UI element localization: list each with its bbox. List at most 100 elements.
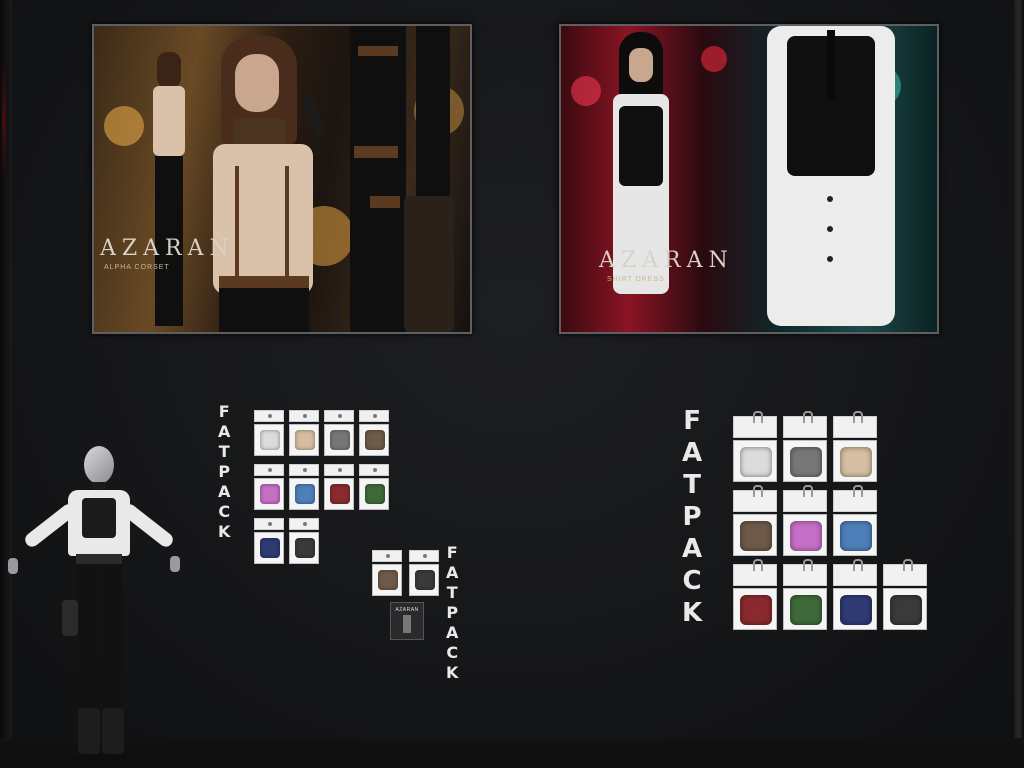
hanger-tag <box>783 485 827 512</box>
model-legs <box>344 26 464 332</box>
hanger-tag <box>833 559 877 586</box>
mannequin-corset <box>82 498 116 538</box>
hanger-tag <box>289 464 319 476</box>
hanger-tag <box>783 411 827 438</box>
color-swatch-navy[interactable] <box>833 559 877 630</box>
poster-brand-text: AZARAN <box>599 248 734 273</box>
hanger-tag <box>783 559 827 586</box>
bokeh-light <box>701 46 727 72</box>
swatch-box <box>324 424 354 456</box>
color-swatch-blue[interactable] <box>833 485 877 556</box>
mini-vendor-label: AZARAN <box>395 607 419 613</box>
swatch-box <box>254 424 284 456</box>
color-swatch-white[interactable] <box>733 411 777 482</box>
color-swatch-brown[interactable] <box>372 550 402 596</box>
hanger-tag <box>289 518 319 530</box>
color-swatch-grey[interactable] <box>783 411 827 482</box>
swatch-box <box>783 588 827 630</box>
hanger-tag <box>733 485 777 512</box>
hanger-tag <box>733 559 777 586</box>
hanger-tag <box>324 410 354 422</box>
color-chip <box>260 538 280 558</box>
model-figure-main <box>761 26 901 332</box>
color-chip <box>840 595 872 625</box>
ad-poster-shirt-dress[interactable]: AZARAN SHIRT DRESS <box>559 24 939 334</box>
color-swatch-navy[interactable] <box>254 518 284 564</box>
color-chip <box>890 595 922 625</box>
mini-vendor-poster[interactable]: AZARAN <box>390 602 424 640</box>
color-chip <box>790 447 822 477</box>
model-figure-main <box>199 26 339 332</box>
color-chip <box>740 595 772 625</box>
color-swatch-brown[interactable] <box>359 410 389 456</box>
mannequin-hand <box>170 556 180 572</box>
model-figure-small <box>601 32 681 332</box>
mannequin-hand <box>8 558 18 574</box>
color-swatch-red[interactable] <box>733 559 777 630</box>
color-swatch-green[interactable] <box>783 559 827 630</box>
color-chip <box>260 430 280 450</box>
color-chip <box>365 484 385 504</box>
color-swatch-pink[interactable] <box>783 485 827 556</box>
hanger-tag <box>833 411 877 438</box>
mannequin-boot <box>78 708 100 754</box>
color-chip <box>295 538 315 558</box>
swatch-box <box>359 424 389 456</box>
swatch-box <box>833 588 877 630</box>
color-chip <box>840 447 872 477</box>
swatch-box <box>783 440 827 482</box>
hanger-tag <box>409 550 439 562</box>
bokeh-light <box>104 106 144 146</box>
mannequin-belt <box>76 554 122 564</box>
color-swatch-black[interactable] <box>409 550 439 596</box>
swatch-box <box>733 440 777 482</box>
hanger-tag <box>254 518 284 530</box>
hanger-tag <box>833 485 877 512</box>
color-chip <box>790 595 822 625</box>
color-swatch-tan[interactable] <box>833 411 877 482</box>
ad-poster-corset[interactable]: AZARAN ALPHA CORSET <box>92 24 472 334</box>
swatch-box <box>372 564 402 596</box>
swatch-box <box>289 478 319 510</box>
color-chip <box>295 484 315 504</box>
red-glint <box>2 60 6 180</box>
color-swatch-grey[interactable] <box>324 410 354 456</box>
hanger-tag <box>254 464 284 476</box>
color-swatch-pink[interactable] <box>254 464 284 510</box>
color-chip <box>415 570 435 590</box>
mannequin-display[interactable] <box>0 440 190 760</box>
color-swatch-brown[interactable] <box>733 485 777 556</box>
poster-subtitle: SHIRT DRESS <box>607 276 665 283</box>
mini-figure <box>403 615 411 633</box>
color-swatch-black[interactable] <box>289 518 319 564</box>
color-chip <box>790 521 822 551</box>
swatch-box <box>783 514 827 556</box>
color-swatch-tan[interactable] <box>289 410 319 456</box>
swatch-box <box>409 564 439 596</box>
color-swatch-blue[interactable] <box>289 464 319 510</box>
color-swatch-black[interactable] <box>883 559 927 630</box>
color-chip <box>740 447 772 477</box>
color-chip <box>378 570 398 590</box>
fatpack-label-small: FATPACK <box>446 543 459 682</box>
color-chip <box>365 430 385 450</box>
color-chip <box>840 521 872 551</box>
color-chip <box>330 484 350 504</box>
mannequin-leg <box>76 564 98 714</box>
color-swatch-green[interactable] <box>359 464 389 510</box>
fatpack-label-left: FATPACK <box>218 402 231 541</box>
color-swatch-white[interactable] <box>254 410 284 456</box>
color-swatch-red[interactable] <box>324 464 354 510</box>
fatpack-label-right: FATPACK <box>682 406 703 628</box>
color-chip <box>260 484 280 504</box>
swatch-box <box>289 424 319 456</box>
swatch-box <box>289 532 319 564</box>
hanger-tag <box>289 410 319 422</box>
mannequin-boot <box>102 708 124 754</box>
swatch-box <box>833 514 877 556</box>
poster-subtitle: ALPHA CORSET <box>104 264 170 271</box>
hanger-tag <box>324 464 354 476</box>
swatch-box <box>359 478 389 510</box>
hanger-tag <box>359 410 389 422</box>
swatch-box <box>883 588 927 630</box>
